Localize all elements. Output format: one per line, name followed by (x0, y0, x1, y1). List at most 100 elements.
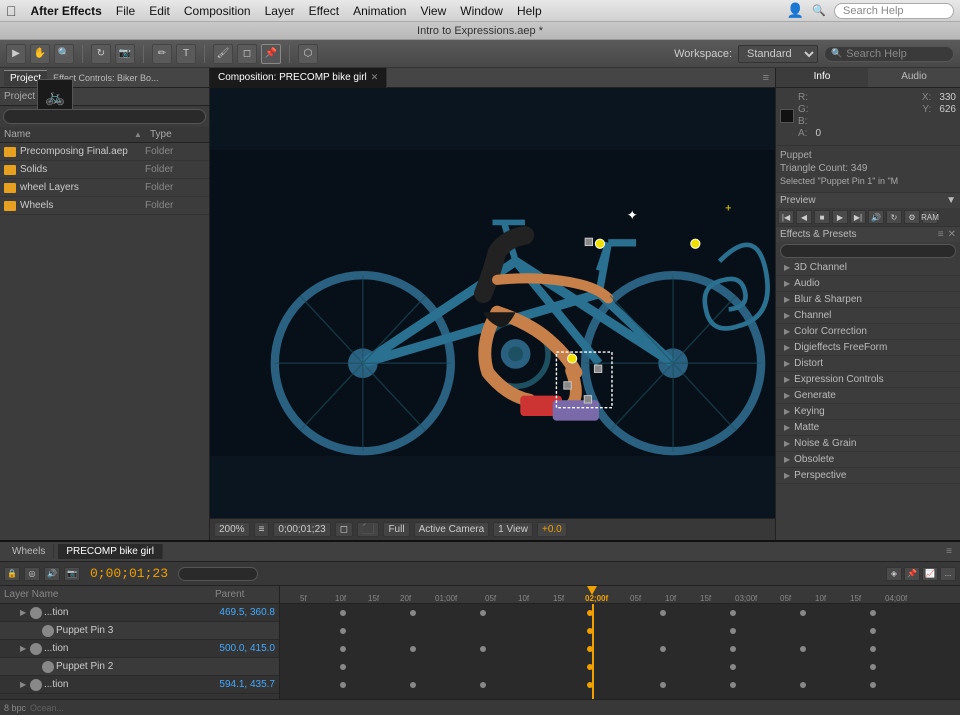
menu-window[interactable]: Window (460, 4, 503, 18)
menu-help[interactable]: Help (517, 4, 542, 18)
menu-view[interactable]: View (420, 4, 446, 18)
layer-row-1[interactable]: Puppet Pin 3 (0, 622, 279, 640)
preview-stop[interactable]: ■ (814, 210, 830, 224)
effect-matte[interactable]: ▶Matte (776, 420, 960, 436)
track-dot-4b[interactable] (410, 682, 416, 688)
comp-ctrl-skip[interactable]: ≡ (254, 522, 270, 537)
track-dot-0g[interactable] (800, 610, 806, 616)
track-dot-2e[interactable] (660, 646, 666, 652)
toolbar-btn-text[interactable]: T (176, 44, 196, 64)
effect-channel[interactable]: ▶Channel (776, 308, 960, 324)
preview-play[interactable]: ▶ (832, 210, 848, 224)
track-dot-0a[interactable] (340, 610, 346, 616)
toolbar-btn-eraser[interactable]: ◻ (237, 44, 257, 64)
tab-wheels[interactable]: Wheels (4, 544, 54, 559)
effects-search-input[interactable] (780, 244, 956, 258)
preview-ram[interactable]: RAM (922, 210, 938, 224)
track-dot-2a[interactable] (340, 646, 346, 652)
timeline-tracks[interactable]: 5f 10f 15f 20f 01;00f 05f 10f 15f 02;00f… (280, 586, 960, 699)
track-dot-3d[interactable] (870, 664, 876, 670)
comp-ctrl-region[interactable]: ◻ (335, 522, 353, 537)
tl-btn-hide[interactable]: 🔒 (4, 567, 20, 581)
comp-ctrl-timecode[interactable]: 0;00;01;23 (273, 522, 330, 537)
preview-audio[interactable]: 🔊 (868, 210, 884, 224)
tl-btn-mode[interactable]: ◈ (886, 567, 902, 581)
comp-ctrl-zoom[interactable]: 200% (214, 522, 250, 537)
preview-settings[interactable]: ⚙ (904, 210, 920, 224)
menu-file[interactable]: File (116, 4, 135, 18)
search-help-toolbar[interactable]: 🔍 Search Help (824, 46, 954, 62)
track-dot-2g[interactable] (800, 646, 806, 652)
toolbar-btn-hand[interactable]: ✋ (30, 44, 50, 64)
comp-ctrl-bg[interactable]: ⬛ (357, 522, 379, 537)
track-dot-4h[interactable] (870, 682, 876, 688)
project-item-0[interactable]: Precomposing Final.aep Folder (0, 143, 209, 161)
track-dot-4a[interactable] (340, 682, 346, 688)
timeline-menu[interactable]: ≡ (946, 546, 952, 557)
track-dot-0h[interactable] (870, 610, 876, 616)
comp-ctrl-view[interactable]: Active Camera (414, 522, 490, 537)
toolbar-btn-shape[interactable]: ⬡ (298, 44, 318, 64)
comp-ctrl-offset[interactable]: +0.0 (537, 522, 567, 537)
layer-vis-2[interactable] (30, 643, 42, 655)
toolbar-btn-brush[interactable]: 🖌 (213, 44, 233, 64)
layer-expand-0[interactable]: ▶ (20, 608, 30, 617)
effect-blur-sharpen[interactable]: ▶Blur & Sharpen (776, 292, 960, 308)
layer-row-2[interactable]: ▶ ...tion 500.0, 415.0 (0, 640, 279, 658)
track-dot-1a[interactable] (340, 628, 346, 634)
toolbar-btn-camera[interactable]: 📷 (115, 44, 135, 64)
preview-prev-frame[interactable]: ◀ (796, 210, 812, 224)
col-sort[interactable]: ▲ (134, 130, 150, 139)
track-dot-1d[interactable] (870, 628, 876, 634)
effect-expression-ctrl[interactable]: ▶Expression Controls (776, 372, 960, 388)
toolbar-btn-pen[interactable]: ✏ (152, 44, 172, 64)
layer-expand-2[interactable]: ▶ (20, 644, 30, 653)
track-dot-2b[interactable] (410, 646, 416, 652)
tl-btn-audio-tl[interactable]: 🔊 (44, 567, 60, 581)
apple-menu[interactable]:  (6, 3, 17, 19)
layer-row-4[interactable]: ▶ ...tion 594.1, 435.7 (0, 676, 279, 694)
search-help-field[interactable]: Search Help (834, 3, 954, 19)
project-item-3[interactable]: Wheels Folder (0, 197, 209, 215)
effects-menu[interactable]: ≡ (938, 229, 944, 240)
comp-tab-close[interactable]: ✕ (371, 72, 379, 83)
menu-composition[interactable]: Composition (184, 4, 251, 18)
effect-audio[interactable]: ▶Audio (776, 276, 960, 292)
comp-tab-main[interactable]: Composition: PRECOMP bike girl ✕ (210, 68, 387, 88)
project-item-1[interactable]: Solids Folder (0, 161, 209, 179)
timeline-search-input[interactable] (178, 567, 258, 581)
effect-distort[interactable]: ▶Distort (776, 356, 960, 372)
tab-comp-bike[interactable]: PRECOMP bike girl (58, 544, 163, 559)
menu-effect[interactable]: Effect (309, 4, 339, 18)
effect-generate[interactable]: ▶Generate (776, 388, 960, 404)
preview-loop[interactable]: ↻ (886, 210, 902, 224)
tl-btn-solo[interactable]: ◎ (24, 567, 40, 581)
project-search-input[interactable] (3, 109, 206, 124)
project-item-2[interactable]: wheel Layers Folder (0, 179, 209, 197)
toolbar-btn-rotate[interactable]: ↻ (91, 44, 111, 64)
track-dot-0e[interactable] (660, 610, 666, 616)
effect-noise-grain[interactable]: ▶Noise & Grain (776, 436, 960, 452)
layer-vis-3[interactable] (42, 661, 54, 673)
menu-edit[interactable]: Edit (149, 4, 170, 18)
track-dot-1c[interactable] (730, 628, 736, 634)
toolbar-btn-zoom[interactable]: 🔍 (54, 44, 74, 64)
effect-obsolete[interactable]: ▶Obsolete (776, 452, 960, 468)
comp-panel-menu[interactable]: ≡ (757, 72, 775, 84)
track-dot-4f[interactable] (730, 682, 736, 688)
track-dot-3a[interactable] (340, 664, 346, 670)
workspace-dropdown[interactable]: Standard (738, 45, 818, 63)
track-dot-2c[interactable] (480, 646, 486, 652)
tl-btn-video[interactable]: 📷 (64, 567, 80, 581)
track-dot-4g[interactable] (800, 682, 806, 688)
effect-keying[interactable]: ▶Keying (776, 404, 960, 420)
track-dot-0c[interactable] (480, 610, 486, 616)
effects-close[interactable]: ✕ (948, 229, 956, 240)
effect-digieffects[interactable]: ▶Digieffects FreeForm (776, 340, 960, 356)
track-dot-4e[interactable] (660, 682, 666, 688)
menu-layer[interactable]: Layer (265, 4, 295, 18)
track-dot-0f[interactable] (730, 610, 736, 616)
layer-row-0[interactable]: ▶ ...tion 469.5, 360.8 (0, 604, 279, 622)
tl-btn-puppet[interactable]: 📌 (904, 567, 920, 581)
comp-ctrl-quality[interactable]: Full (383, 522, 409, 537)
